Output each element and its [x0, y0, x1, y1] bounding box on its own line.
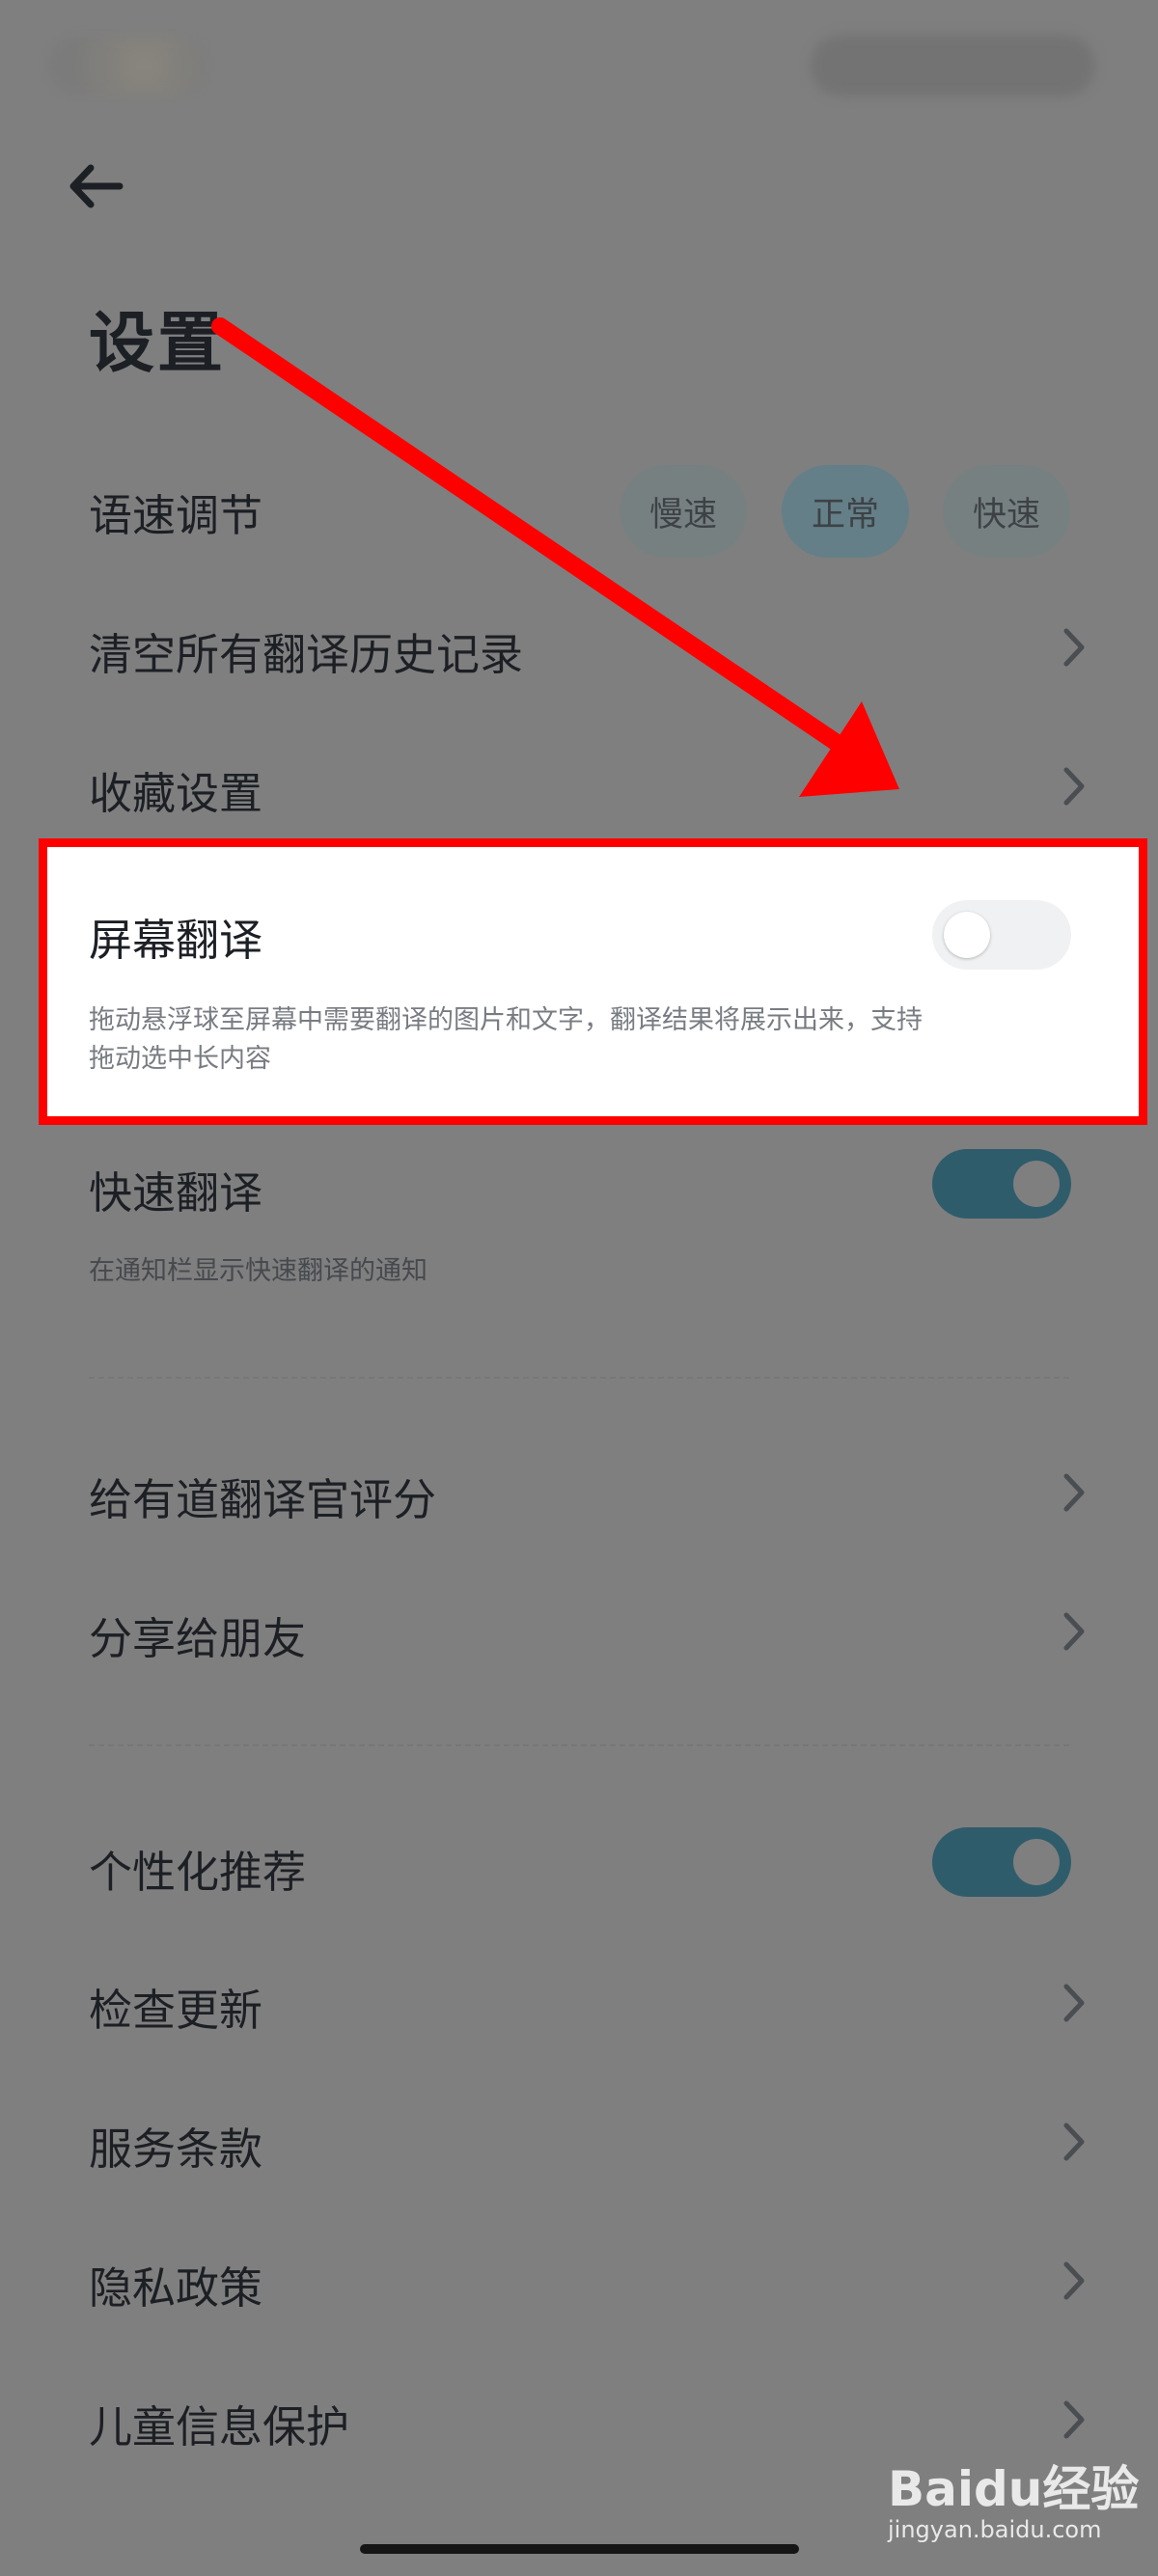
personalized-recommendation-toggle[interactable] [932, 1827, 1071, 1897]
screen-translate-toggle[interactable] [932, 900, 1071, 970]
privacy-policy-label: 隐私政策 [89, 2262, 263, 2314]
home-indicator[interactable] [360, 2544, 799, 2554]
screen-translate-description: 拖动悬浮球至屏幕中需要翻译的图片和文字，翻译结果将展示出来，支持拖动选中长内容 [89, 1005, 923, 1074]
chevron-right-icon [1063, 2400, 1085, 2439]
speed-option-slow[interactable]: 慢速 [620, 465, 747, 558]
toggle-knob [1013, 1161, 1060, 1207]
chevron-right-icon [1063, 1612, 1085, 1651]
arrow-left-icon [69, 164, 124, 208]
share-label: 分享给朋友 [89, 1613, 307, 1664]
check-update-label: 检查更新 [89, 1985, 263, 2036]
rate-app-label: 给有道翻译官评分 [89, 1474, 437, 1525]
baidu-jingyan-watermark: Baidu经验 jingyan.baidu.com [888, 2451, 1139, 2547]
chevron-right-icon [1063, 2123, 1085, 2161]
speed-option-normal[interactable]: 正常 [782, 465, 909, 558]
back-button[interactable] [62, 152, 129, 220]
child-protection-label: 儿童信息保护 [89, 2401, 350, 2453]
chevron-right-icon [1063, 1473, 1085, 1512]
page-title: 设置 [89, 306, 227, 382]
watermark-logo: Baidu经验 [888, 2461, 1140, 2517]
quick-translate-toggle[interactable] [932, 1149, 1071, 1219]
personalized-recommendation-label: 个性化推荐 [89, 1847, 307, 1898]
favorites-settings-label: 收藏设置 [89, 768, 263, 819]
section-divider [89, 1744, 1069, 1746]
toggle-knob [1013, 1839, 1060, 1885]
chevron-right-icon [1063, 1984, 1085, 2022]
speech-speed-label: 语速调节 [89, 490, 263, 541]
toggle-knob [944, 912, 990, 958]
section-divider [89, 1377, 1069, 1379]
chevron-right-icon [1063, 2261, 1085, 2300]
chevron-right-icon [1063, 628, 1085, 667]
quick-translate-description: 在通知栏显示快速翻译的通知 [89, 1256, 427, 1286]
clear-history-label: 清空所有翻译历史记录 [89, 629, 524, 680]
status-bar-blurred-right [811, 35, 1095, 96]
screen-translate-label: 屏幕翻译 [89, 915, 263, 966]
watermark-url: jingyan.baidu.com [888, 2516, 1102, 2543]
screen-translate-highlight: 屏幕翻译 拖动悬浮球至屏幕中需要翻译的图片和文字，翻译结果将展示出来，支持拖动选… [39, 838, 1147, 1125]
terms-of-service-label: 服务条款 [89, 2124, 263, 2175]
quick-translate-label: 快速翻译 [89, 1167, 263, 1219]
status-bar-blurred-left [48, 37, 207, 95]
speed-option-fast[interactable]: 快速 [943, 465, 1070, 558]
chevron-right-icon [1063, 767, 1085, 806]
